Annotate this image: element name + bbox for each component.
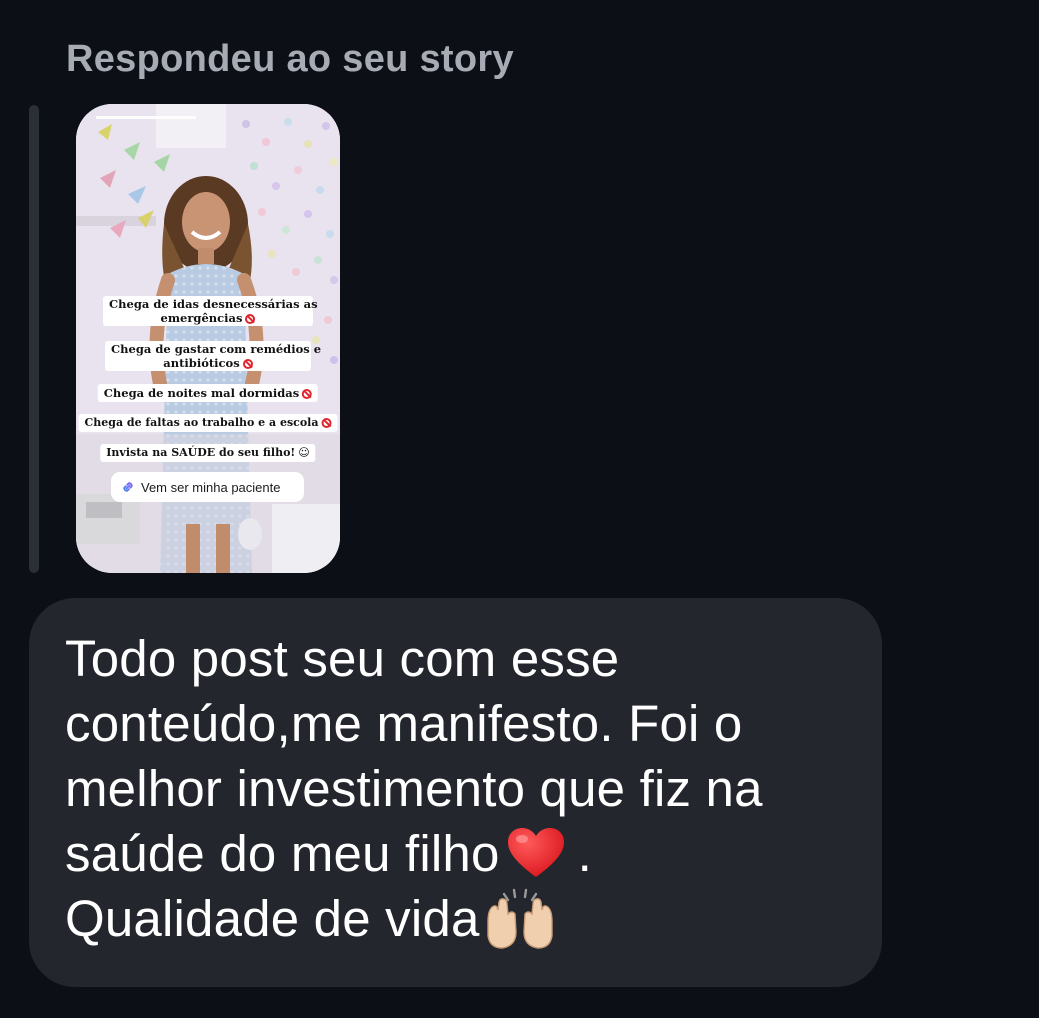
caption-text: Invista na SAÚDE do seu filho! [106,446,296,459]
link-sticker[interactable]: Vem ser minha paciente [111,472,304,502]
message-line: Todo post seu com esse [65,630,620,687]
story-caption-2: Chega de gastar com remédios e antibióti… [105,341,321,371]
story-photo [76,104,340,573]
baby-face-icon: ☺ [298,446,310,459]
message-text: Todo post seu com esse conteúdo,me manif… [65,626,865,951]
message-line-suffix: . [577,825,592,882]
caption-text: Chega de noites mal dormidas [103,386,300,400]
caption-text: Chega de faltas ao trabalho e a escola [84,416,319,429]
caption-text: antibióticos [163,356,240,370]
story-caption-1: Chega de idas desnecessárias as emergênc… [103,296,318,326]
message-line-text: saúde do meu filho [65,825,500,882]
story-caption-4: Chega de faltas ao trabalho e a escola [78,414,338,432]
prohibited-icon [321,418,332,428]
story-caption-3: Chega de noites mal dormidas [97,384,319,402]
prohibited-icon [242,359,253,369]
red-heart-icon [507,828,564,877]
reply-header: Respondeu ao seu story [66,38,514,80]
message-bubble[interactable]: Todo post seu com esse conteúdo,me manif… [29,598,882,987]
message-line: Qualidade de vida [65,886,865,951]
caption-text: Chega de gastar com remédios e [111,342,322,356]
message-line: saúde do meu filho . [65,821,865,886]
caption-text: emergências [160,311,243,325]
raising-hands-icon [486,888,553,949]
prohibited-icon [302,389,313,399]
message-line: conteúdo,me manifesto. Foi o [65,695,743,752]
caption-text: Chega de idas desnecessárias as [109,297,318,311]
prohibited-icon [245,314,256,324]
message-line: melhor investimento que fiz na [65,760,763,817]
message-line-text: Qualidade de vida [65,890,480,947]
link-sticker-text: Vem ser minha paciente [141,479,281,495]
story-caption-5: Invista na SAÚDE do seu filho! ☺ [100,444,316,462]
bottom-edge [0,1010,1039,1018]
reply-quote-bar [29,105,39,573]
link-icon [123,482,133,492]
story-thumbnail[interactable]: Chega de idas desnecessárias as emergênc… [76,104,340,573]
